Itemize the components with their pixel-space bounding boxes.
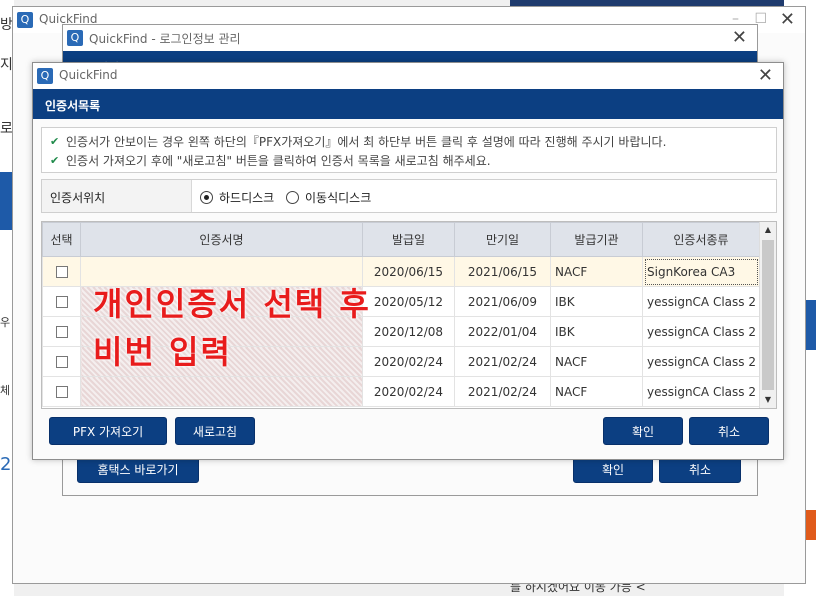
background-text: 로 <box>0 121 13 137</box>
cell-type: yessignCA Class 2 <box>642 316 760 347</box>
background-text: 방 <box>0 17 13 33</box>
row-checkbox-cell[interactable] <box>42 256 81 287</box>
cert-dialog-titlebar: Q QuickFind ✕ <box>33 63 783 89</box>
cell-issuer: NACF <box>550 376 643 407</box>
notice-text: 인증서 가져오기 후에 "새로고침" 버튼을 클릭하여 인증서 목록을 새로고침… <box>66 154 491 168</box>
radio-label: 하드디스크 <box>219 191 275 205</box>
cell-issued: 2020/02/24 <box>362 346 455 377</box>
cancel-button[interactable]: 취소 <box>689 417 769 445</box>
check-icon: ✔ <box>50 135 60 148</box>
column-header-expires[interactable]: 만기일 <box>454 222 551 257</box>
close-icon[interactable]: ✕ <box>732 27 747 48</box>
cell-issuer: IBK <box>550 286 643 317</box>
scroll-thumb[interactable] <box>762 240 774 390</box>
table-header: 선택 인증서명 발급일 만기일 발급기관 인증서종류 <box>42 222 760 257</box>
background-text: 지 <box>0 57 13 73</box>
column-header-cert-name[interactable]: 인증서명 <box>80 222 363 257</box>
radio-selected-icon <box>200 191 213 204</box>
column-header-select[interactable]: 선택 <box>42 222 81 257</box>
cell-type: SignKorea CA3 <box>642 256 760 287</box>
quickfind-app-icon: Q <box>17 12 33 28</box>
row-checkbox[interactable] <box>55 266 68 278</box>
row-checkbox-cell[interactable] <box>42 376 81 407</box>
cert-location-label: 인증서위치 <box>42 180 192 212</box>
radio-unselected-icon <box>286 191 299 204</box>
notice-text: 인증서가 안보이는 경우 왼쪽 하단의『PFX가져오기』에서 최 하단부 버튼 … <box>66 135 667 149</box>
cert-name-redacted <box>80 376 363 407</box>
background-blue-strip <box>0 172 12 230</box>
cell-issued: 2020/02/24 <box>362 376 455 407</box>
row-checkbox-cell[interactable] <box>42 346 81 377</box>
close-icon[interactable]: ✕ <box>780 9 795 30</box>
pfx-import-button[interactable]: PFX 가져오기 <box>49 417 167 445</box>
ok-button[interactable]: 확인 <box>603 417 683 445</box>
refresh-button[interactable]: 새로고침 <box>175 417 255 445</box>
annotation-text-line1: 개인인증서 선택 후 <box>93 285 371 323</box>
cell-type: yessignCA Class 2 <box>642 376 760 407</box>
column-header-type[interactable]: 인증서종류 <box>642 222 760 257</box>
radio-hard-disk[interactable]: 하드디스크 <box>200 189 274 206</box>
annotation-text-line2: 비번 입력 <box>93 333 232 371</box>
quickfind-app-icon: Q <box>37 68 53 84</box>
cert-list-dialog: Q QuickFind ✕ 인증서목록 ✔ 인증서가 안보이는 경우 왼쪽 하단… <box>32 62 784 460</box>
column-header-issued[interactable]: 발급일 <box>362 222 455 257</box>
background-text: 우 <box>0 316 11 329</box>
cell-issued: 2020/12/08 <box>362 316 455 347</box>
radio-label: 이동식디스크 <box>305 191 372 205</box>
notice-line: ✔ 인증서가 안보이는 경우 왼쪽 하단의『PFX가져오기』에서 최 하단부 버… <box>50 132 768 151</box>
column-header-issuer[interactable]: 발급기관 <box>550 222 643 257</box>
close-icon[interactable]: ✕ <box>758 65 773 86</box>
background-text: 2 <box>0 454 12 475</box>
login-info-title: QuickFind - 로그인정보 관리 <box>89 32 241 46</box>
row-checkbox[interactable] <box>55 326 68 338</box>
background-text: 체 <box>0 384 11 397</box>
notice-box: ✔ 인증서가 안보이는 경우 왼쪽 하단의『PFX가져오기』에서 최 하단부 버… <box>41 127 777 173</box>
cert-dialog-title: QuickFind <box>59 68 118 82</box>
scroll-up-icon[interactable]: ▲ <box>760 222 776 238</box>
row-checkbox[interactable] <box>55 386 68 398</box>
scroll-down-icon[interactable]: ▼ <box>760 392 776 408</box>
radio-removable-disk[interactable]: 이동식디스크 <box>286 189 371 206</box>
cell-type: yessignCA Class 2 <box>642 346 760 377</box>
row-checkbox[interactable] <box>55 356 68 368</box>
table-row[interactable]: 2020/02/24 2021/02/24 NACF yessignCA Cla… <box>42 376 760 407</box>
cell-expires: 2021/02/24 <box>454 376 551 407</box>
cell-expires: 2021/02/24 <box>454 346 551 377</box>
row-checkbox[interactable] <box>55 296 68 308</box>
cell-issuer: IBK <box>550 316 643 347</box>
cert-location-row: 인증서위치 하드디스크 이동식디스크 <box>41 179 777 213</box>
cell-expires: 2021/06/15 <box>454 256 551 287</box>
table-scrollbar[interactable]: ▲ ▼ <box>759 222 776 408</box>
check-icon: ✔ <box>50 154 60 167</box>
cell-expires: 2022/01/04 <box>454 316 551 347</box>
quickfind-app-icon: Q <box>67 30 83 46</box>
cell-issuer: NACF <box>550 346 643 377</box>
row-checkbox-cell[interactable] <box>42 316 81 347</box>
notice-line: ✔ 인증서 가져오기 후에 "새로고침" 버튼을 클릭하여 인증서 목록을 새로… <box>50 151 768 170</box>
cell-expires: 2021/06/09 <box>454 286 551 317</box>
cert-list-banner: 인증서목록 <box>33 89 783 119</box>
login-info-titlebar: Q QuickFind - 로그인정보 관리 ✕ <box>63 25 757 51</box>
cell-issued: 2020/06/15 <box>362 256 455 287</box>
row-checkbox-cell[interactable] <box>42 286 81 317</box>
cell-issued: 2020/05/12 <box>362 286 455 317</box>
cell-type: yessignCA Class 2 <box>642 286 760 317</box>
cell-issuer: NACF <box>550 256 643 287</box>
